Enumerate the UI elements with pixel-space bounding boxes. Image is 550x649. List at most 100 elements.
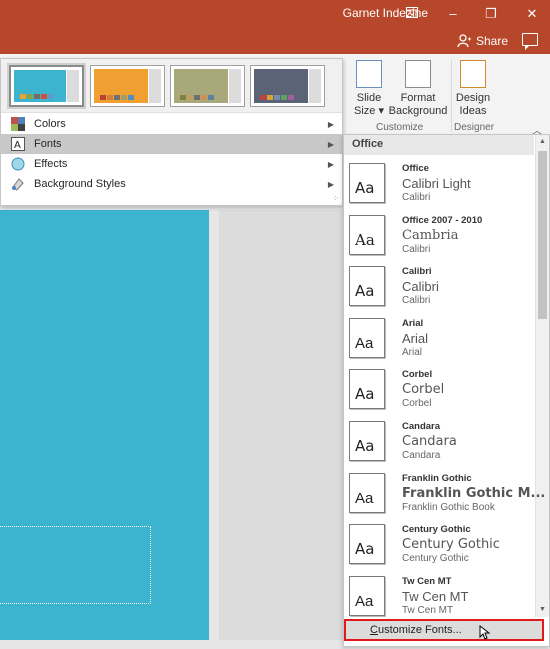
- share-button[interactable]: Share: [457, 34, 508, 48]
- color-swatch: [34, 94, 40, 99]
- variant-thumbnail[interactable]: [9, 65, 84, 107]
- submenu-arrow-icon: ▶: [327, 179, 334, 189]
- colors-icon: [11, 117, 25, 131]
- font-heading-name: Calibri: [402, 279, 439, 295]
- font-theme-name: Arial: [402, 317, 424, 329]
- color-swatch: [100, 95, 106, 100]
- menu-item-background-styles[interactable]: Background Styles ▶: [1, 174, 342, 194]
- fonts-panel: Office ▲ ▼ Aa Office Calibri Light Calibri A…: [343, 134, 550, 647]
- font-theme-name: Tw Cen MT: [402, 575, 452, 587]
- color-swatch: [274, 95, 280, 100]
- font-body-name: Candara: [402, 450, 441, 461]
- color-swatch: [208, 95, 214, 100]
- font-theme-item[interactable]: Aa Office Calibri Light Calibri: [344, 159, 534, 211]
- format-background-button[interactable]: Format Background: [388, 60, 448, 118]
- color-swatch: [267, 95, 273, 100]
- font-theme-name: Franklin Gothic: [402, 472, 472, 484]
- font-body-name: Arial: [402, 346, 423, 358]
- font-preview-icon: Aa: [349, 524, 385, 565]
- title-bar: Garnet Indezine – ❐ ✕ Share: [0, 0, 550, 54]
- font-heading-name: Century Gothic: [402, 537, 500, 553]
- font-heading-name: Tw Cen MT: [402, 588, 469, 604]
- color-swatch: [48, 94, 54, 99]
- font-heading-name: Franklin Gothic M...: [402, 485, 546, 501]
- font-theme-name: Office: [402, 163, 429, 174]
- designer-group-label: Designer: [454, 122, 495, 133]
- font-theme-item[interactable]: Aa Office 2007 - 2010 Cambria Calibri: [344, 211, 534, 263]
- font-theme-item[interactable]: Aa Corbel Corbel Corbel: [344, 365, 534, 417]
- font-heading-name: Candara: [402, 434, 457, 449]
- font-preview-icon: Aa: [349, 421, 385, 461]
- design-ideas-icon: [460, 60, 486, 88]
- variants-row: [1, 59, 342, 113]
- font-body-name: Corbel: [402, 398, 432, 410]
- color-swatch: [41, 94, 47, 99]
- font-theme-name: Candara: [402, 421, 441, 432]
- format-background-label: Format Background: [388, 92, 448, 117]
- customize-fonts-button[interactable]: Customize Fonts...: [344, 619, 544, 641]
- comments-icon[interactable]: [522, 33, 538, 50]
- color-swatch: [288, 95, 294, 100]
- minimize-button[interactable]: –: [439, 4, 467, 24]
- variant-thumbnail[interactable]: [90, 65, 165, 107]
- color-swatch: [128, 95, 134, 100]
- font-theme-name: Corbel: [402, 369, 433, 381]
- scroll-up-icon[interactable]: ▲: [536, 135, 549, 149]
- menu-item-label: Fonts: [34, 138, 62, 150]
- color-swatch: [107, 95, 113, 100]
- font-theme-item[interactable]: Aa Calibri Calibri Calibri: [344, 262, 534, 314]
- ribbon-display-options-icon[interactable]: [398, 4, 426, 24]
- design-ideas-button[interactable]: Design Ideas: [455, 60, 491, 118]
- slide-size-button[interactable]: Slide Size ▾: [352, 60, 386, 118]
- font-heading-name: Calibri Light: [402, 176, 471, 191]
- restore-button[interactable]: ❐: [477, 4, 505, 24]
- format-background-icon: [405, 60, 431, 88]
- font-body-name: Century Gothic: [402, 553, 469, 565]
- font-heading-name: Cambria: [402, 227, 459, 243]
- slide-placeholder[interactable]: [0, 526, 151, 604]
- resize-grip-icon[interactable]: ⁘: [332, 194, 339, 203]
- menu-item-fonts[interactable]: A Fonts ▶: [1, 134, 342, 154]
- menu-item-label: Background Styles: [34, 178, 126, 190]
- font-heading-name: Corbel: [402, 382, 445, 398]
- scroll-down-icon[interactable]: ▼: [536, 603, 549, 617]
- svg-text:A: A: [14, 140, 21, 151]
- slide-size-icon: [356, 60, 382, 88]
- variants-gallery: Colors ▶ A Fonts ▶ Effects ▶ Background …: [0, 58, 343, 206]
- font-preview-icon: Aa: [349, 369, 385, 410]
- font-body-name: Calibri: [402, 192, 431, 203]
- font-theme-item[interactable]: Aa Candara Candara Candara: [344, 417, 534, 469]
- submenu-arrow-icon: ▶: [327, 119, 334, 129]
- fonts-scrollbar[interactable]: ▲ ▼: [535, 135, 549, 617]
- font-theme-item[interactable]: Aa Franklin Gothic Franklin Gothic M... Fra…: [344, 469, 545, 521]
- variant-thumbnail[interactable]: [170, 65, 245, 107]
- font-heading-name: Arial: [402, 330, 429, 346]
- color-swatch: [281, 95, 287, 100]
- color-swatch: [180, 95, 186, 100]
- menu-item-effects[interactable]: Effects ▶: [1, 154, 342, 174]
- font-theme-item[interactable]: Aa Arial Arial Arial: [344, 314, 534, 366]
- font-preview-icon: Aa: [349, 214, 385, 255]
- slide-size-label: Slide Size ▾: [354, 92, 384, 117]
- person-add-icon: [457, 34, 471, 48]
- color-swatch: [260, 95, 266, 100]
- scroll-thumb[interactable]: [538, 151, 547, 319]
- menu-item-label: Colors: [34, 118, 66, 130]
- close-button[interactable]: ✕: [518, 4, 546, 24]
- color-swatch: [27, 94, 33, 99]
- font-theme-name: Century Gothic: [402, 524, 471, 536]
- variant-thumbnail[interactable]: [250, 65, 325, 107]
- slide-canvas[interactable]: [0, 210, 209, 640]
- color-swatch: [201, 95, 207, 100]
- menu-item-colors[interactable]: Colors ▶: [1, 114, 342, 134]
- submenu-arrow-icon: ▶: [327, 139, 334, 149]
- color-swatch: [20, 94, 26, 99]
- font-theme-item[interactable]: Aa Century Gothic Century Gothic Century Go…: [344, 520, 534, 572]
- fonts-section-header: Office: [344, 135, 534, 155]
- slide-gap-area: [219, 210, 343, 640]
- font-body-name: Tw Cen MT: [402, 604, 454, 616]
- color-swatch: [194, 95, 200, 100]
- font-theme-item[interactable]: Aa Tw Cen MT Tw Cen MT Tw Cen MT: [344, 572, 534, 624]
- font-theme-name: Calibri: [402, 266, 432, 278]
- mouse-pointer-icon: [479, 625, 491, 640]
